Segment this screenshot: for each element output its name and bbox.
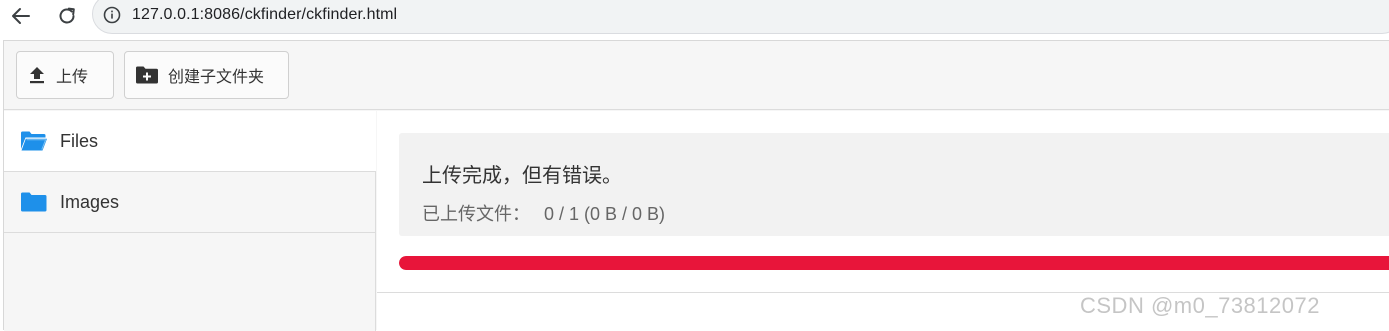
info-circle-icon [103, 6, 121, 24]
browser-address-bar: 127.0.0.1:8086/ckfinder/ckfinder.html [0, 0, 1389, 34]
reload-button[interactable] [54, 3, 80, 29]
folder-label-images: Images [60, 191, 120, 212]
url-text[interactable]: 127.0.0.1:8086/ckfinder/ckfinder.html [132, 6, 397, 24]
folder-icon [21, 192, 47, 212]
back-button[interactable] [8, 3, 34, 29]
upload-progress-bar [399, 256, 1389, 270]
folder-item-files[interactable]: Files [4, 111, 376, 172]
uploaded-files-label: 已上传文件： [422, 204, 530, 224]
folder-tree: Files Images [4, 111, 376, 331]
create-subfolder-button[interactable]: 创建子文件夹 [124, 51, 289, 99]
upload-message-box: 上传完成，但有错误。 已上传文件： 0 / 1 (0 B / 0 B) [399, 133, 1389, 236]
arrow-left-icon [12, 8, 30, 24]
create-subfolder-label: 创建子文件夹 [168, 69, 265, 86]
upload-icon [30, 67, 44, 84]
uploaded-files-count: 0 / 1 (0 B / 0 B) [544, 204, 666, 224]
folder-item-images[interactable]: Images [4, 172, 376, 233]
upload-label: 上传 [56, 69, 89, 86]
ckfinder-app: 上传 创建子文件夹 Files Images 上传完成，但有错误。 已上传文件：… [3, 40, 1389, 331]
folder-open-icon [21, 131, 47, 151]
upload-button[interactable]: 上传 [16, 51, 114, 99]
upload-status-detail: 已上传文件： 0 / 1 (0 B / 0 B) [422, 200, 665, 226]
upload-status-title: 上传完成，但有错误。 [422, 165, 622, 187]
folder-plus-icon [136, 66, 158, 84]
toolbar: 上传 创建子文件夹 [4, 41, 1389, 110]
watermark: CSDN @m0_73812072 [1080, 293, 1320, 318]
site-info-button[interactable] [102, 5, 122, 25]
folder-label-files: Files [60, 130, 99, 151]
reload-icon [59, 7, 75, 24]
upload-progress-fill [399, 256, 1389, 270]
